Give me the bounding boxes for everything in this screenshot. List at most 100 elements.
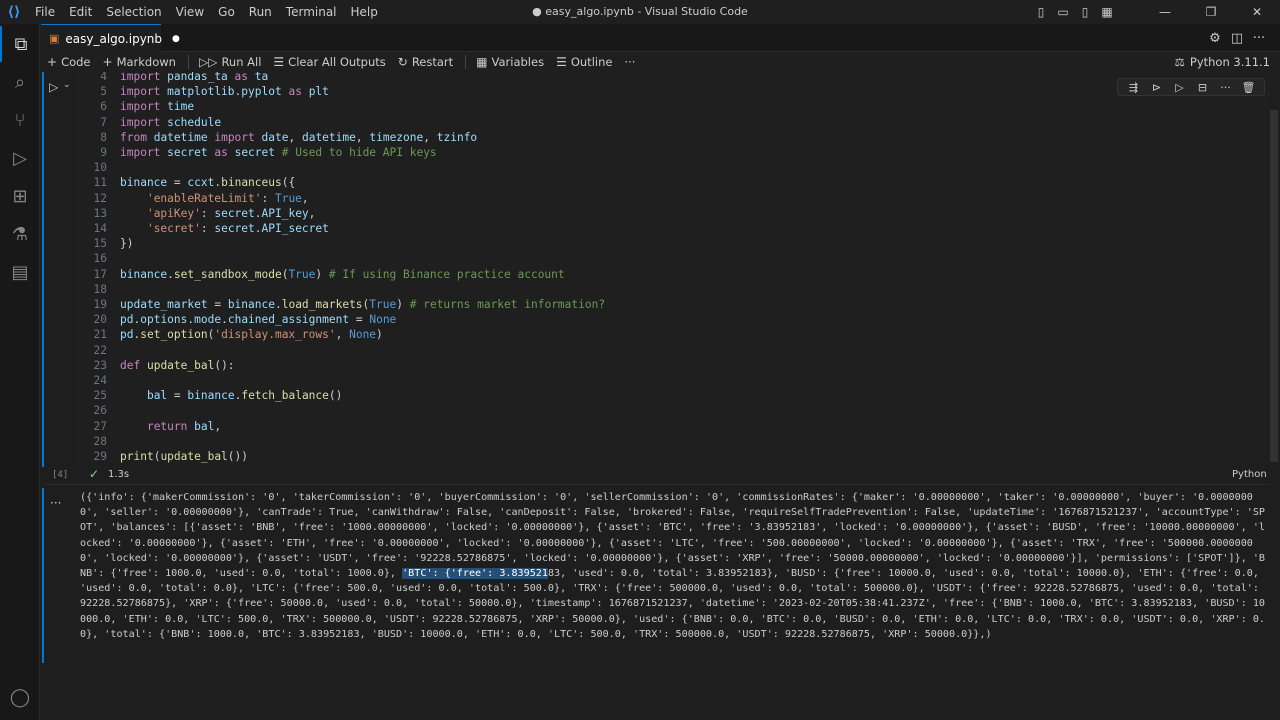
code-line[interactable]: 10	[78, 160, 1258, 175]
plus-icon: +	[102, 55, 113, 69]
code-line[interactable]: 25 bal = binance.fetch_balance()	[78, 388, 1258, 403]
kernel-picker[interactable]: ⚖ Python 3.11.1	[1175, 52, 1270, 72]
menu-item-terminal[interactable]: Terminal	[279, 0, 344, 24]
source-control-icon[interactable]: ⑂	[0, 102, 40, 138]
code-line[interactable]: 5 import matplotlib.pyplot as plt	[78, 84, 1258, 99]
split-cell-icon[interactable]: ⊟	[1191, 81, 1214, 94]
line-number: 23	[93, 358, 107, 372]
code-line[interactable]: 27 return bal,	[78, 419, 1258, 434]
code-text: 'enableRateLimit': True,	[146, 191, 309, 205]
testing-icon[interactable]: ⚗	[0, 216, 40, 252]
line-number: 16	[93, 252, 107, 266]
code-line[interactable]: 15})	[78, 236, 1258, 251]
cell-language[interactable]: Python	[1232, 469, 1267, 480]
line-number: 10	[93, 161, 107, 175]
search-icon[interactable]: ⌕	[0, 64, 40, 100]
split-editor-icon[interactable]: ◫	[1226, 31, 1248, 46]
line-number: 28	[93, 434, 107, 448]
code-editor[interactable]: 4 import pandas_ta as ta 5 import matplotli…	[78, 72, 1270, 464]
unsaved-dot-icon[interactable]: ●	[172, 34, 180, 44]
customize-layout-icon[interactable]: ▦	[1096, 5, 1118, 19]
output-more-icon[interactable]: ···	[50, 496, 61, 510]
line-number: 12	[93, 191, 107, 205]
code-line[interactable]: 11 binance = ccxt.binanceus({	[78, 175, 1258, 190]
explorer-icon[interactable]: ⧉	[0, 26, 40, 62]
add-code-button[interactable]: + Code	[47, 55, 91, 69]
code-line[interactable]: 23 def update_bal():	[78, 358, 1258, 373]
notebook-toolbar: + Code + Markdown ▷▷ Run All ☰ Clear All Out…	[41, 52, 1280, 72]
cell-focus-bar	[42, 72, 44, 467]
toolbar-more-button[interactable]: ···	[624, 55, 635, 69]
line-number: 24	[93, 374, 107, 387]
code-line[interactable]: 29 print(update_bal())	[78, 449, 1258, 464]
outline-button[interactable]: ☰ Outline	[556, 55, 612, 69]
activity-bar: ⧉ ⌕ ⑂ ▷ ⊞ ⚗ ▤	[0, 24, 40, 720]
minimize-icon[interactable]: —	[1142, 5, 1188, 19]
menu-item-selection[interactable]: Selection	[99, 0, 168, 24]
restore-icon[interactable]: ❐	[1188, 5, 1234, 19]
toggle-panel-icon[interactable]: ▭	[1052, 5, 1074, 19]
code-line[interactable]: 26	[78, 403, 1258, 418]
code-line[interactable]: 19 update_market = binance.load_markets(T…	[78, 297, 1258, 312]
code-line[interactable]: 4 import pandas_ta as ta	[78, 72, 1258, 84]
tab-easy-algo[interactable]: ▣ easy_algo.ipynb ●	[41, 24, 180, 52]
menu-item-view[interactable]: View	[169, 0, 211, 24]
code-text: binance.set_sandbox_mode(True) # If usin…	[120, 267, 565, 281]
code-line[interactable]: 14 'secret': secret.API_secret	[78, 221, 1258, 236]
cell-output[interactable]: ({'info': {'makerCommission': '0', 'take…	[80, 490, 1266, 642]
code-line[interactable]: 17 binance.set_sandbox_mode(True) # If us…	[78, 267, 1258, 282]
run-debug-icon[interactable]: ▷	[0, 140, 40, 176]
code-line[interactable]: 7 import schedule	[78, 115, 1258, 130]
gear-icon[interactable]: ⚙	[1204, 31, 1226, 46]
code-line[interactable]: 24	[78, 373, 1258, 388]
code-line[interactable]: 12 'enableRateLimit': True,	[78, 191, 1258, 206]
menu-item-file[interactable]: File	[28, 0, 62, 24]
code-text: })	[120, 237, 134, 251]
menu-item-go[interactable]: Go	[211, 0, 242, 24]
line-number: 25	[93, 389, 107, 403]
code-line[interactable]: 6 import time	[78, 99, 1258, 114]
code-text: 'apiKey': secret.API_key,	[146, 206, 316, 220]
code-line[interactable]: 20 pd.options.mode.chained_assignment = N…	[78, 312, 1258, 327]
close-icon[interactable]: ✕	[1234, 5, 1280, 19]
variables-button[interactable]: ▦ Variables	[476, 55, 544, 69]
execute-above-icon[interactable]: ⊳	[1145, 81, 1168, 94]
toggle-primary-sidebar-icon[interactable]: ▯	[1030, 5, 1052, 19]
run-cell-icon[interactable]: ▷	[49, 80, 58, 94]
code-line[interactable]: 22	[78, 343, 1258, 358]
add-markdown-button[interactable]: + Markdown	[103, 55, 176, 69]
line-number: 11	[93, 176, 107, 190]
output-text: ({'info': {'makerCommission': '0', 'take…	[80, 492, 1266, 580]
code-line[interactable]: 13 'apiKey': secret.API_key,	[78, 206, 1258, 221]
code-line[interactable]: 21 pd.set_option('display.max_rows', None…	[78, 327, 1258, 342]
menu-item-edit[interactable]: Edit	[62, 0, 99, 24]
code-text: import matplotlib.pyplot as plt	[120, 85, 329, 99]
code-text: import time	[120, 100, 195, 114]
cell-toolbar: ⇶ ⊳ ▷ ⊟ ··· 🗑	[1117, 78, 1265, 96]
code-line[interactable]: 28	[78, 434, 1258, 449]
code-line[interactable]: 9 import secret as secret # Used to hide …	[78, 145, 1258, 160]
run-all-button[interactable]: ▷▷ Run All	[199, 55, 261, 69]
vscode-logo-icon: ⟨⟩	[7, 4, 21, 20]
restart-button[interactable]: ↻ Restart	[398, 55, 453, 69]
chevron-down-icon[interactable]: ⌄	[63, 80, 71, 90]
execute-below-icon[interactable]: ▷	[1168, 81, 1191, 94]
menu-item-help[interactable]: Help	[344, 0, 385, 24]
run-by-line-icon[interactable]: ⇶	[1122, 81, 1145, 94]
jupyter-icon[interactable]: ▤	[0, 254, 40, 290]
line-number: 9	[100, 146, 107, 159]
code-line[interactable]: 8 from datetime import date, datetime, ti…	[78, 130, 1258, 145]
more-actions-icon[interactable]: ···	[1248, 31, 1270, 46]
menu-item-run[interactable]: Run	[242, 0, 279, 24]
more-actions-icon[interactable]: ···	[1214, 81, 1237, 94]
code-line[interactable]: 18	[78, 282, 1258, 297]
python-kernel-icon: ⚖	[1174, 55, 1185, 69]
account-icon[interactable]: ◯	[0, 682, 40, 712]
code-line[interactable]: 16	[78, 251, 1258, 266]
delete-cell-icon[interactable]: 🗑	[1237, 81, 1260, 94]
clear-outputs-button[interactable]: ☰ Clear All Outputs	[273, 55, 385, 69]
extensions-icon[interactable]: ⊞	[0, 178, 40, 214]
line-number: 14	[93, 222, 107, 235]
editor-scrollbar[interactable]	[1270, 110, 1278, 462]
toggle-secondary-sidebar-icon[interactable]: ▯	[1074, 5, 1096, 19]
